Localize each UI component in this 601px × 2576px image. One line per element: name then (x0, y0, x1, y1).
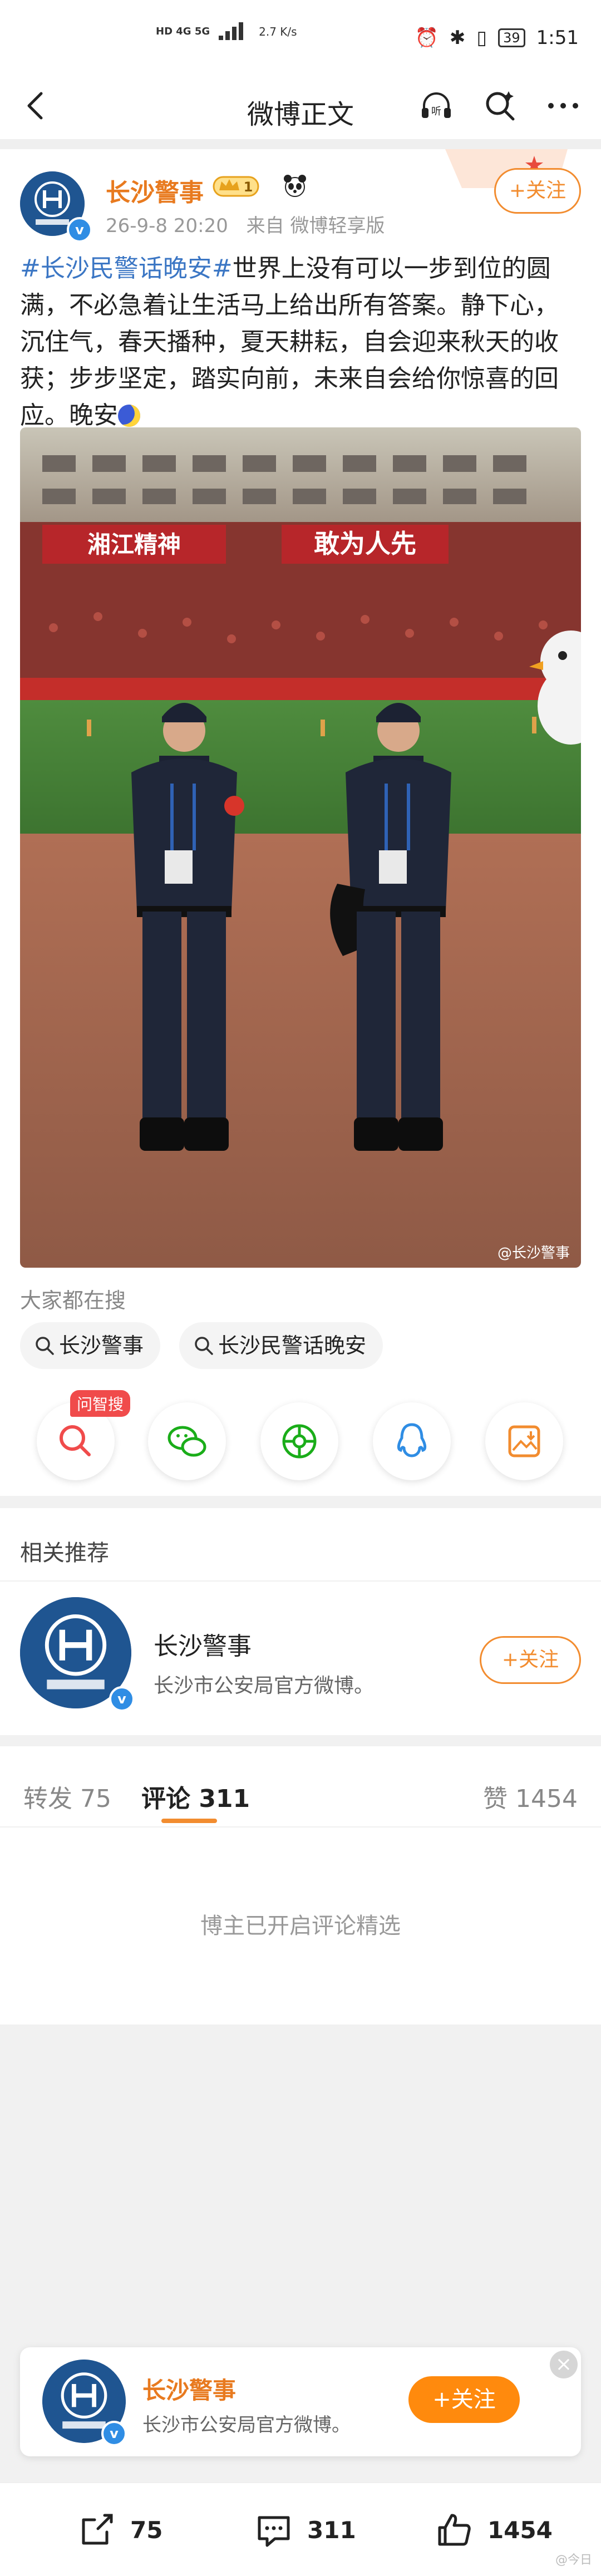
status-right: ⏰ ✱ ▯ 39 1:51 (415, 27, 579, 49)
moon-emoji-icon (118, 405, 140, 427)
network-indicator: HD 4G 5G (156, 26, 210, 37)
like-button[interactable]: 1454 (434, 2510, 553, 2550)
ai-search-icon (60, 1425, 91, 1456)
verified-badge-icon: v (101, 2421, 127, 2446)
headphone-listen-icon[interactable]: 听 (418, 88, 454, 124)
nav-bar: 微博正文 听 (0, 72, 601, 139)
topic-link[interactable]: #长沙民警话晚安# (20, 254, 233, 283)
active-tab-indicator (161, 1819, 217, 1823)
like-thumb-icon (438, 2514, 471, 2546)
like-count: 1454 (487, 2516, 553, 2544)
card-desc: 长沙市公安局官方微博。 (142, 2414, 351, 2436)
repost-button[interactable]: 75 (77, 2510, 162, 2550)
interaction-tabs: 转发 75 评论 311 赞 1454 博主已开启评论精选 (0, 1746, 601, 2025)
related-desc: 长沙市公安局官方微博。 (154, 1674, 375, 1697)
panda-icon (284, 175, 306, 197)
save-image-icon (508, 1425, 540, 1457)
status-bar: HD 4G 5G 2.7 K/s ⏰ ✱ ▯ 39 1:51 (0, 0, 601, 72)
search-icon (36, 1337, 54, 1355)
smart-search-icon[interactable] (482, 88, 518, 124)
comment-selection-note: 博主已开启评论精选 (200, 1913, 401, 1939)
search-icon (195, 1337, 213, 1355)
hot-search-chip[interactable]: 长沙民警话晚安 (179, 1322, 383, 1369)
card-follow-button[interactable]: +关注 (408, 2376, 520, 2423)
comment-icon (258, 2516, 290, 2547)
banner-right: 敢为人先 (314, 529, 416, 559)
share-wechat-button[interactable] (148, 1402, 226, 1480)
hot-search-chip[interactable]: 长沙警事 (20, 1322, 161, 1369)
save-image-button[interactable] (485, 1402, 563, 1480)
repost-icon (82, 2514, 113, 2545)
bluetooth-icon: ✱ (449, 27, 466, 49)
divider (0, 1580, 601, 1582)
police-stadium-photo: 湘江精神 敢为人先 (20, 427, 581, 1268)
svg-text:听: 听 (431, 106, 441, 117)
post-source[interactable]: 来自 微博轻享版 (247, 215, 385, 237)
card-name[interactable]: 长沙警事 (142, 2372, 236, 2406)
vip-crown-icon[interactable]: 1 (213, 174, 259, 198)
follow-button[interactable]: +关注 (494, 168, 581, 214)
weibo-post: v 长沙警事 1 26-9-8 20:20 来自 微博轻享版 +关注 #长沙民警… (0, 149, 601, 1496)
author-name[interactable]: 长沙警事 (106, 173, 204, 208)
share-moments-button[interactable] (260, 1402, 338, 1480)
repost-count: 75 (130, 2516, 163, 2544)
status-left: HD 4G 5G 2.7 K/s (156, 22, 297, 41)
comment-button[interactable]: 311 (254, 2510, 356, 2550)
vibrate-icon: ▯ (476, 27, 487, 49)
tab-like[interactable]: 赞 1454 (483, 1779, 578, 1814)
qq-icon (397, 1423, 427, 1457)
site-watermark: @今日 (555, 2553, 592, 2567)
battery-icon: 39 (498, 28, 525, 47)
moments-icon (282, 1424, 317, 1459)
related-name[interactable]: 长沙警事 (154, 1626, 252, 1662)
signal-icon (219, 22, 244, 40)
image-watermark: @长沙警事 (497, 1245, 570, 1262)
share-qq-button[interactable] (373, 1402, 451, 1480)
clock: 1:51 (536, 27, 579, 49)
close-icon[interactable]: × (550, 2351, 578, 2378)
nav-actions: 听 (418, 88, 581, 124)
chip-label: 长沙民警话晚安 (218, 1333, 367, 1358)
vip-level: 1 (244, 179, 253, 195)
floating-follow-card: v 长沙警事 长沙市公安局官方微博。 +关注 × (20, 2347, 581, 2456)
hot-search-title: 大家都在搜 (20, 1288, 126, 1313)
section-divider (0, 139, 601, 149)
net-speed: 2.7 K/s (259, 25, 297, 38)
banner-left: 湘江精神 (87, 531, 181, 558)
verified-badge-icon: v (67, 217, 92, 243)
bottom-action-bar: 75 311 1454 @今日 (0, 2482, 601, 2576)
related-recommend: 相关推荐 v 长沙警事 长沙市公安局官方微博。 +关注 (0, 1508, 601, 1735)
comment-count: 311 (307, 2516, 356, 2544)
post-image[interactable]: 湘江精神 敢为人先 @长沙警事 (20, 427, 581, 1268)
verified-badge-icon: v (109, 1686, 135, 1712)
divider (0, 1826, 601, 1828)
tab-repost[interactable]: 转发 75 (23, 1779, 111, 1814)
post-meta: 26-9-8 20:20 来自 微博轻享版 (106, 210, 385, 238)
post-body: #长沙民警话晚安#世界上没有可以一步到位的圆满，不必急着让生活马上给出所有答案。… (20, 250, 582, 434)
related-title: 相关推荐 (20, 1540, 109, 1566)
more-icon[interactable] (545, 88, 581, 124)
alarm-icon: ⏰ (415, 27, 439, 49)
tab-comment[interactable]: 评论 311 (141, 1779, 250, 1814)
related-follow-button[interactable]: +关注 (480, 1636, 581, 1684)
post-time: 26-9-8 20:20 (106, 215, 228, 237)
chip-label: 长沙警事 (59, 1333, 144, 1358)
wechat-icon (168, 1426, 206, 1457)
ai-search-tag: 问智搜 (70, 1390, 131, 1417)
